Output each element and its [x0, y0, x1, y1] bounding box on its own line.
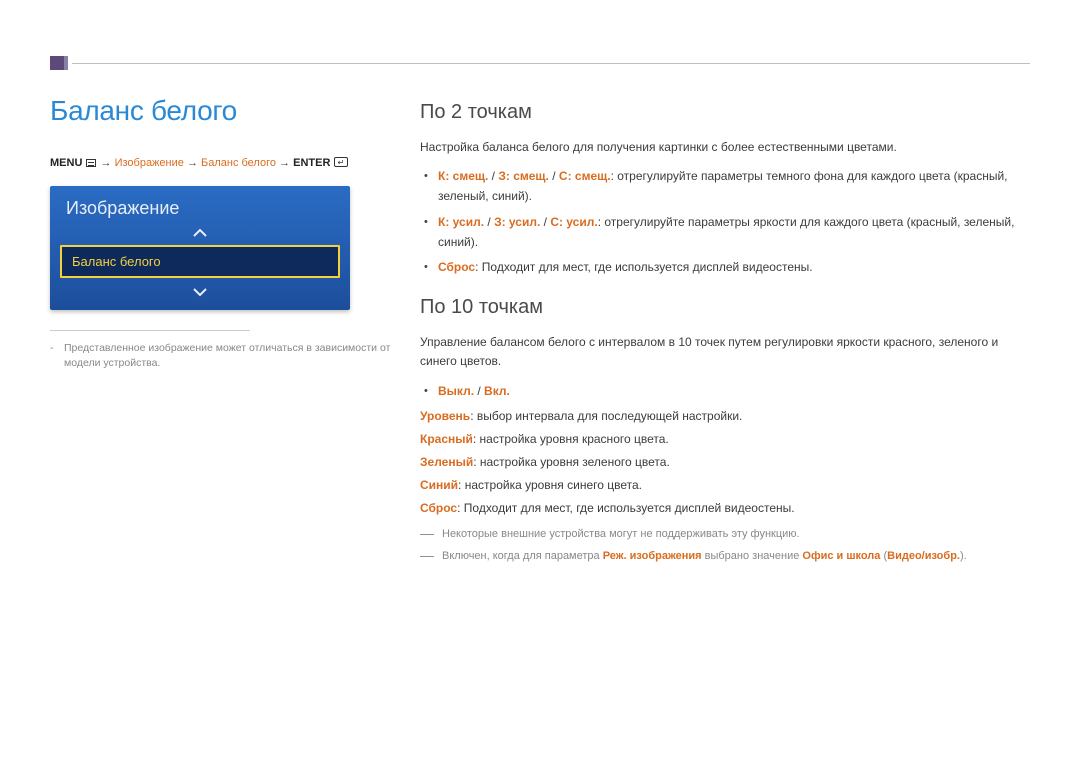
def-term: Красный	[420, 432, 473, 446]
breadcrumb-step1: Изображение	[115, 157, 184, 169]
def-term: Синий	[420, 478, 458, 492]
footnote-seg: Офис и школа	[802, 550, 880, 562]
def-line: Зеленый: настройка уровня зеленого цвета…	[420, 453, 1030, 473]
footnote: ― Включен, когда для параметра Реж. изоб…	[420, 548, 1030, 566]
left-footnote: - Представленное изображение может отлич…	[50, 341, 400, 373]
bullet-label: Сброс	[438, 260, 475, 274]
breadcrumb-step2: Баланс белого	[201, 157, 276, 169]
def-line: Уровень: выбор интервала для последующей…	[420, 407, 1030, 427]
breadcrumb-enter-label: ENTER	[293, 157, 330, 169]
bullet-label: К: смещ.	[438, 169, 488, 183]
def-text: Подходит для мест, где используется дисп…	[464, 501, 795, 515]
menu-icon	[86, 159, 96, 167]
tv-menu-down-arrow-row[interactable]	[50, 284, 350, 310]
list-item: Выкл. / Вкл.	[438, 382, 1030, 402]
bullet-label: С: усил.	[550, 215, 597, 229]
footnote-seg: выбрано значение	[702, 550, 803, 562]
page-title: Баланс белого	[50, 95, 400, 127]
right-column: По 2 точкам Настройка баланса белого для…	[420, 95, 1030, 570]
def-text: настройка уровня зеленого цвета.	[480, 455, 670, 469]
left-footnote-text: Представленное изображение может отличат…	[64, 342, 390, 370]
def-text: настройка уровня красного цвета.	[480, 432, 669, 446]
def-term: Сброс	[420, 501, 457, 515]
section2-intro: Управление балансом белого с интервалом …	[420, 333, 1030, 371]
header-divider	[72, 63, 1030, 64]
section1-bullets: К: смещ. / З: смещ. / С: смещ.: отрегули…	[420, 167, 1030, 278]
def-line: Красный: настройка уровня красного цвета…	[420, 430, 1030, 450]
list-item: К: усил. / З: усил. / С: усил.: отрегули…	[438, 213, 1030, 253]
footnote-seg: Включен, когда для параметра	[442, 550, 603, 562]
bullet-label: К: усил.	[438, 215, 484, 229]
breadcrumb-arrow: →	[187, 157, 198, 169]
left-column: Баланс белого MENU → Изображение → Балан…	[50, 95, 420, 570]
footnote-seg: ).	[960, 550, 967, 562]
footnote-dash: ―	[420, 548, 434, 563]
breadcrumb: MENU → Изображение → Баланс белого → ENT…	[50, 155, 400, 172]
footnote-dash: ―	[420, 526, 434, 541]
bullet-label: Вкл.	[484, 384, 510, 398]
chevron-up-icon	[192, 228, 208, 238]
bullet-label: З: усил.	[494, 215, 540, 229]
breadcrumb-menu-label: MENU	[50, 157, 82, 169]
section1-intro: Настройка баланса белого для получения к…	[420, 138, 1030, 157]
bullet-label: З: смещ.	[498, 169, 549, 183]
chevron-down-icon	[192, 287, 208, 297]
tv-menu-selected-item[interactable]: Баланс белого	[60, 245, 340, 278]
header-accent-block	[50, 56, 64, 70]
header-accent-block-light	[64, 56, 68, 70]
section2-footnotes: ― Некоторые внешние устройства могут не …	[420, 526, 1030, 565]
def-term: Уровень	[420, 409, 470, 423]
footnote: ― Некоторые внешние устройства могут не …	[420, 526, 1030, 544]
tv-menu-title: Изображение	[50, 186, 350, 225]
enter-icon	[334, 157, 348, 167]
section2-bullets: Выкл. / Вкл.	[420, 382, 1030, 402]
footnote-text: Некоторые внешние устройства могут не по…	[442, 528, 800, 540]
tv-menu-up-arrow-row[interactable]	[50, 225, 350, 245]
list-item: Сброс: Подходит для мест, где использует…	[438, 258, 1030, 278]
list-item: К: смещ. / З: смещ. / С: смещ.: отрегули…	[438, 167, 1030, 207]
def-line: Синий: настройка уровня синего цвета.	[420, 476, 1030, 496]
tv-menu-panel: Изображение Баланс белого	[50, 186, 350, 310]
left-divider	[50, 330, 250, 331]
bullet-label: Выкл.	[438, 384, 474, 398]
section1-heading: По 2 точкам	[420, 101, 1030, 124]
footnote-seg: Реж. изображения	[603, 550, 702, 562]
def-term: Зеленый	[420, 455, 473, 469]
breadcrumb-arrow: →	[101, 157, 112, 169]
def-text: выбор интервала для последующей настройк…	[477, 409, 743, 423]
def-line: Сброс: Подходит для мест, где использует…	[420, 499, 1030, 519]
def-text: настройка уровня синего цвета.	[465, 478, 642, 492]
breadcrumb-arrow: →	[279, 157, 290, 169]
section2-definitions: Уровень: выбор интервала для последующей…	[420, 407, 1030, 518]
bullet-label: С: смещ.	[559, 169, 611, 183]
footnote-dash: -	[50, 341, 54, 357]
footnote-seg: Видео/изобр.	[887, 550, 960, 562]
section2-heading: По 10 точкам	[420, 296, 1030, 319]
bullet-text: Подходит для мест, где используется дисп…	[482, 260, 813, 274]
